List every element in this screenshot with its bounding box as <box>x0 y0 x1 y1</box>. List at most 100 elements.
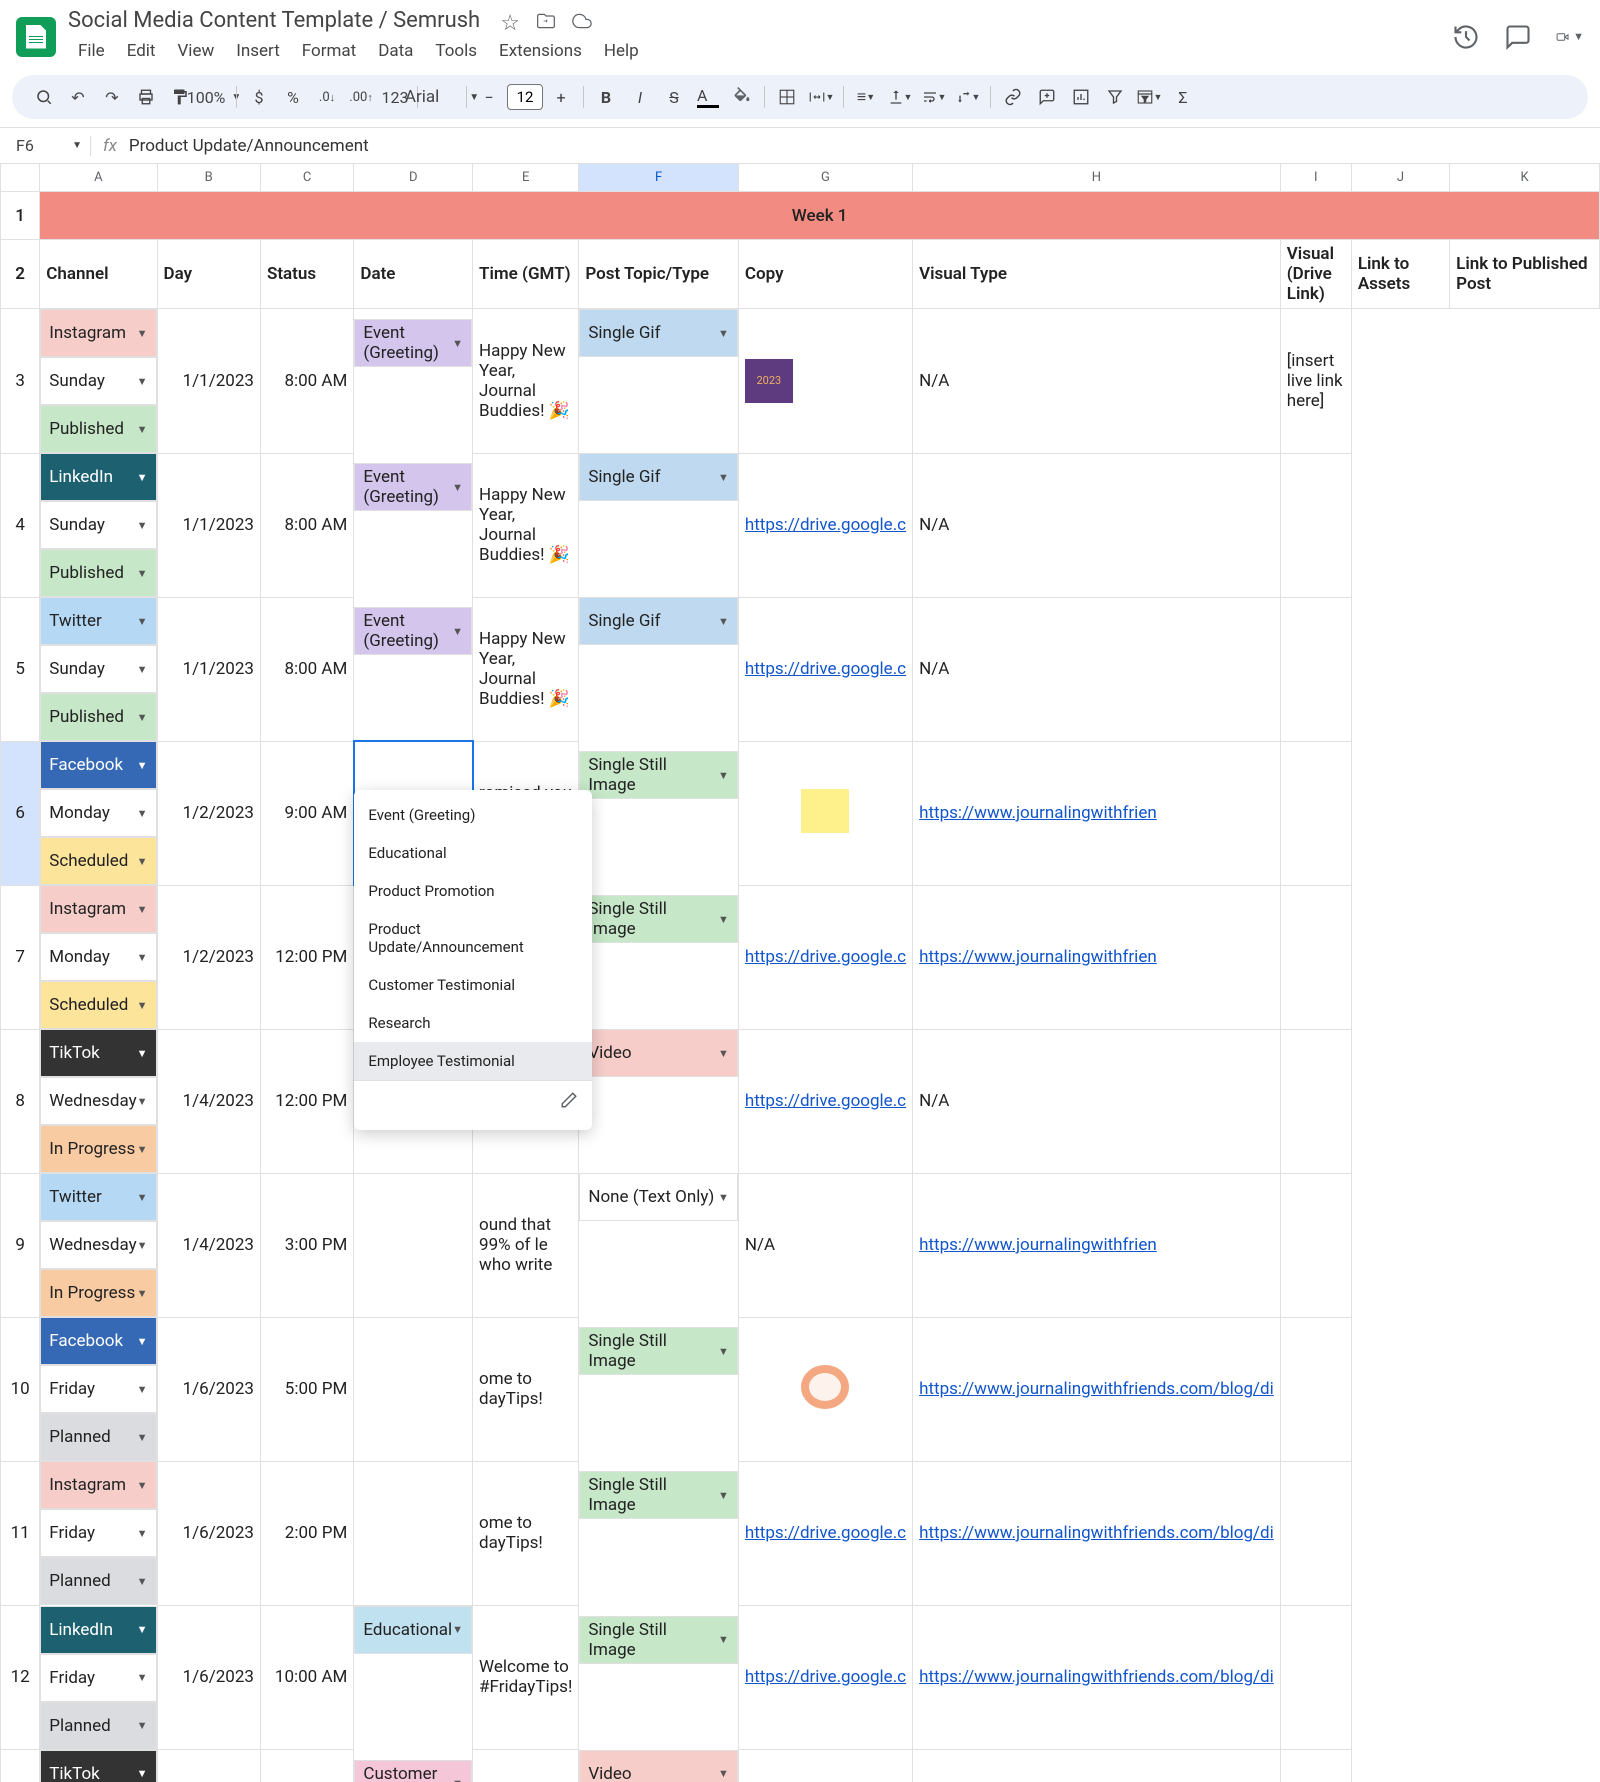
currency-icon[interactable]: $ <box>243 81 275 113</box>
day-chip[interactable]: Friday▼ <box>40 1509 156 1557</box>
status-chip[interactable]: Planned▼ <box>40 1702 156 1750</box>
col-header-C[interactable]: C <box>260 164 353 192</box>
visual-type-chip[interactable]: Single Still Image▼ <box>579 1327 738 1375</box>
copy-cell[interactable]: Welcome to #FridayTips! <box>473 1605 579 1750</box>
channel-chip[interactable]: LinkedIn▼ <box>40 1606 156 1654</box>
h-align-icon[interactable]: ≡ ▼ <box>850 81 882 113</box>
header-day[interactable]: Day <box>157 240 260 309</box>
post-type-chip[interactable]: Event (Greeting)▼ <box>354 463 472 511</box>
visual-link-cell[interactable]: https://drive.google.c <box>738 1029 912 1173</box>
visual-thumbnail[interactable] <box>738 1317 912 1461</box>
row-header[interactable]: 8 <box>1 1029 40 1173</box>
menu-tools[interactable]: Tools <box>425 37 487 65</box>
meet-icon[interactable]: ▼ <box>1556 23 1584 51</box>
dropdown-option[interactable]: Employee Testimonial <box>354 1042 592 1080</box>
visual-type-chip[interactable]: Single Gif▼ <box>579 309 738 357</box>
published-link-cell[interactable] <box>1280 741 1351 885</box>
cell[interactable]: N/A <box>913 1750 1281 1782</box>
menu-format[interactable]: Format <box>292 37 366 65</box>
published-link-cell[interactable] <box>1280 1461 1351 1605</box>
bold-icon[interactable]: B <box>590 81 622 113</box>
dropdown-option[interactable]: Educational <box>354 834 592 872</box>
time-cell[interactable]: 3:00 PM <box>260 1750 353 1782</box>
italic-icon[interactable]: I <box>624 81 656 113</box>
merge-cells-icon[interactable]: ▼ <box>805 81 837 113</box>
cell[interactable]: N/A <box>913 453 1281 597</box>
visual-type-chip[interactable]: Single Still Image▼ <box>579 751 738 799</box>
select-all-corner[interactable] <box>1 164 40 192</box>
col-header-I[interactable]: I <box>1280 164 1351 192</box>
channel-chip[interactable]: Twitter▼ <box>40 1173 156 1221</box>
header-channel[interactable]: Channel <box>40 240 157 309</box>
insert-comment-icon[interactable] <box>1031 81 1063 113</box>
visual-link-cell[interactable]: https://drive.google.c <box>738 1605 912 1750</box>
row-header[interactable]: 9 <box>1 1173 40 1317</box>
functions-icon[interactable]: Σ <box>1167 81 1199 113</box>
col-header-A[interactable]: A <box>40 164 157 192</box>
col-header-K[interactable]: K <box>1450 164 1600 192</box>
menu-help[interactable]: Help <box>594 37 649 65</box>
print-icon[interactable] <box>130 81 162 113</box>
text-color-icon[interactable]: A <box>692 81 724 113</box>
header-post-type[interactable]: Post Topic/Type <box>579 240 739 309</box>
link-icon[interactable] <box>997 81 1029 113</box>
font-select[interactable]: Arial ▼ <box>424 81 460 113</box>
row-header[interactable]: 4 <box>1 453 40 597</box>
history-icon[interactable] <box>1452 23 1480 51</box>
assets-link-cell[interactable]: https://www.journalingwithfriends.com/bl… <box>913 1461 1281 1605</box>
active-cell[interactable]: Event (Greeting)EducationalProduct Promo… <box>354 741 473 885</box>
dropdown-option[interactable]: Event (Greeting) <box>354 796 592 834</box>
menu-data[interactable]: Data <box>368 37 423 65</box>
status-chip[interactable]: Published▼ <box>40 549 156 597</box>
zoom-select[interactable]: 100% ▼ <box>198 81 230 113</box>
copy-cell[interactable]: Watch this creative genius at work 🧠 <box>473 1750 579 1782</box>
date-cell[interactable]: 1/6/2023 <box>157 1605 260 1750</box>
row-header[interactable]: 1 <box>1 192 40 240</box>
visual-link-cell[interactable]: https://drive.google.c <box>738 453 912 597</box>
time-cell[interactable]: 5:00 PM <box>260 1317 353 1461</box>
published-link-cell[interactable] <box>1280 1750 1351 1782</box>
channel-chip[interactable]: LinkedIn▼ <box>40 453 156 501</box>
day-chip[interactable]: Sunday▼ <box>40 501 156 549</box>
time-cell[interactable]: 8:00 AM <box>260 309 353 454</box>
published-link-cell[interactable]: [insert live link here] <box>1280 309 1351 454</box>
col-header-D[interactable]: D <box>354 164 473 192</box>
date-cell[interactable]: 1/2/2023 <box>157 885 260 1029</box>
copy-cell[interactable]: Happy New Year, Journal Buddies! 🎉 <box>473 309 579 454</box>
col-header-G[interactable]: G <box>738 164 912 192</box>
filter-views-icon[interactable]: ▼ <box>1133 81 1165 113</box>
font-size-increase[interactable]: + <box>545 81 577 113</box>
assets-link-cell[interactable]: https://www.journalingwithfrien <box>913 741 1281 885</box>
col-header-H[interactable]: H <box>913 164 1281 192</box>
status-chip[interactable]: In Progress▼ <box>40 1269 156 1317</box>
date-cell[interactable]: 1/4/2023 <box>157 1173 260 1317</box>
menu-insert[interactable]: Insert <box>226 37 290 65</box>
post-type-chip[interactable]: Event (Greeting)▼ <box>354 607 472 655</box>
header-published[interactable]: Link to Published Post <box>1450 240 1600 309</box>
week-header-cell[interactable]: Week 1 <box>40 192 1600 240</box>
borders-icon[interactable] <box>771 81 803 113</box>
published-link-cell[interactable] <box>1280 885 1351 1029</box>
move-icon[interactable] <box>536 11 556 31</box>
col-header-E[interactable]: E <box>473 164 579 192</box>
status-chip[interactable]: Scheduled▼ <box>40 981 156 1029</box>
row-header[interactable]: 11 <box>1 1461 40 1605</box>
date-cell[interactable]: 1/8/2023 <box>157 1750 260 1782</box>
day-chip[interactable]: Monday▼ <box>40 933 156 981</box>
published-link-cell[interactable] <box>1280 1605 1351 1750</box>
row-header[interactable]: 10 <box>1 1317 40 1461</box>
visual-type-chip[interactable]: Single Still Image▼ <box>579 1471 738 1519</box>
spreadsheet-grid[interactable]: A B C D E F G H I J K 1 Week 1 2 Channel… <box>0 163 1600 1782</box>
post-type-chip[interactable]: Educational▼ <box>354 1606 472 1654</box>
status-chip[interactable]: Scheduled▼ <box>40 837 156 885</box>
date-cell[interactable]: 1/6/2023 <box>157 1317 260 1461</box>
font-size-decrease[interactable]: − <box>473 81 505 113</box>
date-cell[interactable]: 1/1/2023 <box>157 597 260 741</box>
post-type-chip[interactable]: Event (Greeting)▼ <box>354 319 472 367</box>
assets-link-cell[interactable]: https://www.journalingwithfriends.com/bl… <box>913 1317 1281 1461</box>
day-chip[interactable]: Sunday▼ <box>40 357 156 405</box>
assets-link-cell[interactable]: https://www.journalingwithfrien <box>913 1173 1281 1317</box>
col-header-F[interactable]: F <box>579 164 739 192</box>
time-cell[interactable]: 8:00 AM <box>260 453 353 597</box>
visual-type-chip[interactable]: Single Still Image▼ <box>579 895 738 943</box>
